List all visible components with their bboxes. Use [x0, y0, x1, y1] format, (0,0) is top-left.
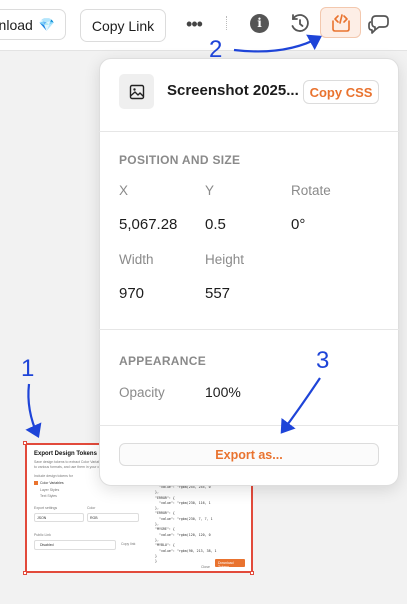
annotation-arrow-2: [233, 34, 322, 53]
annotation-arrow-3: [280, 377, 321, 434]
annotation-arrow-1: [25, 383, 42, 438]
annotation-arrows: [25, 34, 322, 438]
